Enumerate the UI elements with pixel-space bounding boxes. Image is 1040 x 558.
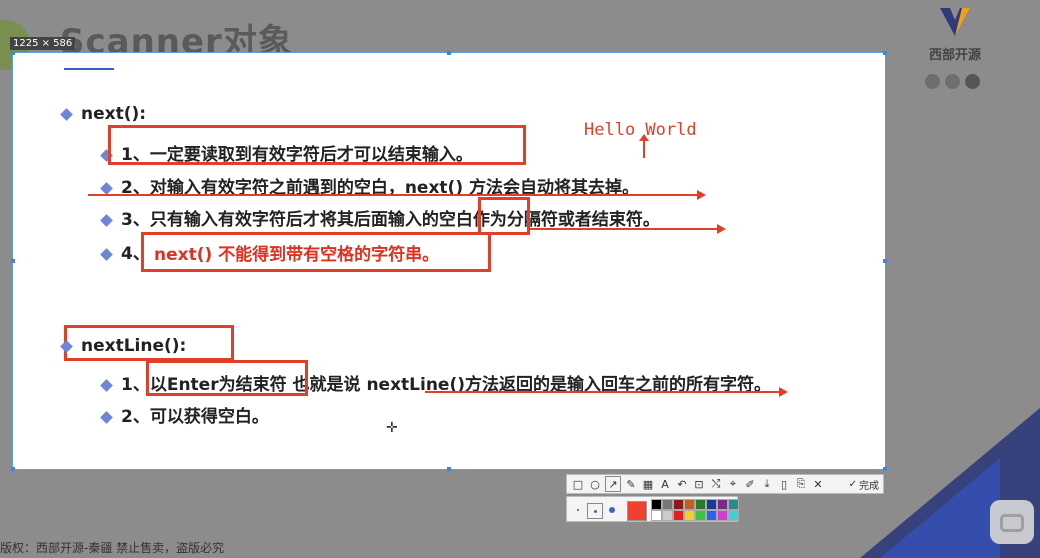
check-icon: ✓ xyxy=(848,478,857,490)
bilibili-tv-icon[interactable] xyxy=(990,500,1034,544)
annotation-arrow xyxy=(88,190,706,200)
next-heading: next(): xyxy=(60,104,146,124)
color-swatch[interactable] xyxy=(717,510,728,521)
text-tool-icon[interactable]: A xyxy=(658,477,672,491)
resize-handle[interactable] xyxy=(11,259,15,263)
bullet-diamond-icon xyxy=(100,410,113,424)
resize-handle[interactable] xyxy=(883,51,887,55)
bullet-diamond-icon xyxy=(60,107,73,121)
current-color-swatch[interactable] xyxy=(627,501,647,521)
eyedropper-icon[interactable]: ✐ xyxy=(743,477,757,491)
color-swatch[interactable] xyxy=(728,499,739,510)
brand-logo: 西部开源 xyxy=(925,6,985,63)
resize-handle[interactable] xyxy=(883,259,887,263)
bullet-diamond-icon xyxy=(100,378,113,392)
next-item-4-text: next() 不能得到带有空格的字符串。 xyxy=(154,245,440,265)
done-button[interactable]: ✓ 完成 xyxy=(849,477,879,492)
mosaic-tool-icon[interactable]: ▦ xyxy=(641,477,655,491)
ellipse-tool-icon[interactable]: ○ xyxy=(588,477,602,491)
phone-icon[interactable]: ▯ xyxy=(777,477,791,491)
color-swatch[interactable] xyxy=(651,499,662,510)
capture-toolbar: □ ○ ↗ ✎ ▦ A ↶ ⊡ ⤭ ⌖ ✐ ⤓ ▯ ⎘ ✕ ✓ 完成 xyxy=(566,474,884,494)
selection-size-label: 1225 × 586 xyxy=(10,37,76,50)
logo-icon xyxy=(940,8,970,36)
size-large-option[interactable] xyxy=(605,503,619,517)
color-swatch[interactable] xyxy=(684,510,695,521)
annotation-up-arrow xyxy=(639,134,649,158)
bullet-diamond-icon xyxy=(100,247,113,261)
pen-tool-icon[interactable]: ✎ xyxy=(624,477,638,491)
color-swatch[interactable] xyxy=(662,510,673,521)
resize-handle[interactable] xyxy=(883,467,887,471)
color-swatch[interactable] xyxy=(651,510,662,521)
arrow-tool-icon[interactable]: ↗ xyxy=(605,476,621,492)
color-swatch[interactable] xyxy=(684,499,695,510)
resize-handle[interactable] xyxy=(11,51,15,55)
highlight-box xyxy=(478,197,530,235)
resize-handle[interactable] xyxy=(447,51,451,55)
annotation-arrow xyxy=(425,387,788,397)
save-icon[interactable]: ⤓ xyxy=(760,477,774,491)
color-swatch[interactable] xyxy=(706,510,717,521)
nextline-item-2: 2、可以获得空白。 xyxy=(100,402,269,427)
size-medium-option[interactable] xyxy=(587,503,603,519)
color-swatch[interactable] xyxy=(662,499,673,510)
undo-icon[interactable]: ↶ xyxy=(675,477,689,491)
next-item-3: 3、只有输入有效字符后才将其后面输入的空白作为分隔符或者结束符。 xyxy=(100,205,660,230)
resize-handle[interactable] xyxy=(11,467,15,471)
translate-icon[interactable]: ⤭ xyxy=(709,477,723,491)
color-swatch[interactable] xyxy=(717,499,728,510)
rectangle-tool-icon[interactable]: □ xyxy=(571,477,585,491)
crosshair-cursor-icon: ✛ xyxy=(386,420,398,436)
bullet-diamond-icon xyxy=(100,181,113,195)
bullet-diamond-icon xyxy=(100,213,113,227)
color-swatch[interactable] xyxy=(673,499,684,510)
title-underline xyxy=(64,68,114,70)
copyright-footer: 版权：西部开源-秦疆 禁止售卖，盗版必究 xyxy=(0,541,225,555)
bookmark-icon[interactable]: ⎘ xyxy=(794,477,808,491)
highlight-box xyxy=(146,360,308,396)
corner-decoration-blue xyxy=(880,458,1000,558)
close-icon[interactable]: ✕ xyxy=(811,477,825,491)
logo-text: 西部开源 xyxy=(928,48,981,63)
pin-icon[interactable]: ⌖ xyxy=(726,477,740,491)
resize-handle[interactable] xyxy=(447,467,451,471)
size-small-option[interactable] xyxy=(571,503,585,517)
style-toolbar xyxy=(566,496,739,522)
ocr-icon[interactable]: ⊡ xyxy=(692,477,706,491)
color-swatch[interactable] xyxy=(728,510,739,521)
slide-dots xyxy=(925,74,980,89)
annotation-arrow xyxy=(528,224,726,234)
color-swatch[interactable] xyxy=(695,510,706,521)
nextline-heading: nextLine(): xyxy=(60,336,186,356)
bullet-diamond-icon xyxy=(60,339,73,353)
color-swatch[interactable] xyxy=(706,499,717,510)
highlight-box xyxy=(108,125,526,165)
color-swatch[interactable] xyxy=(695,499,706,510)
color-swatch[interactable] xyxy=(673,510,684,521)
